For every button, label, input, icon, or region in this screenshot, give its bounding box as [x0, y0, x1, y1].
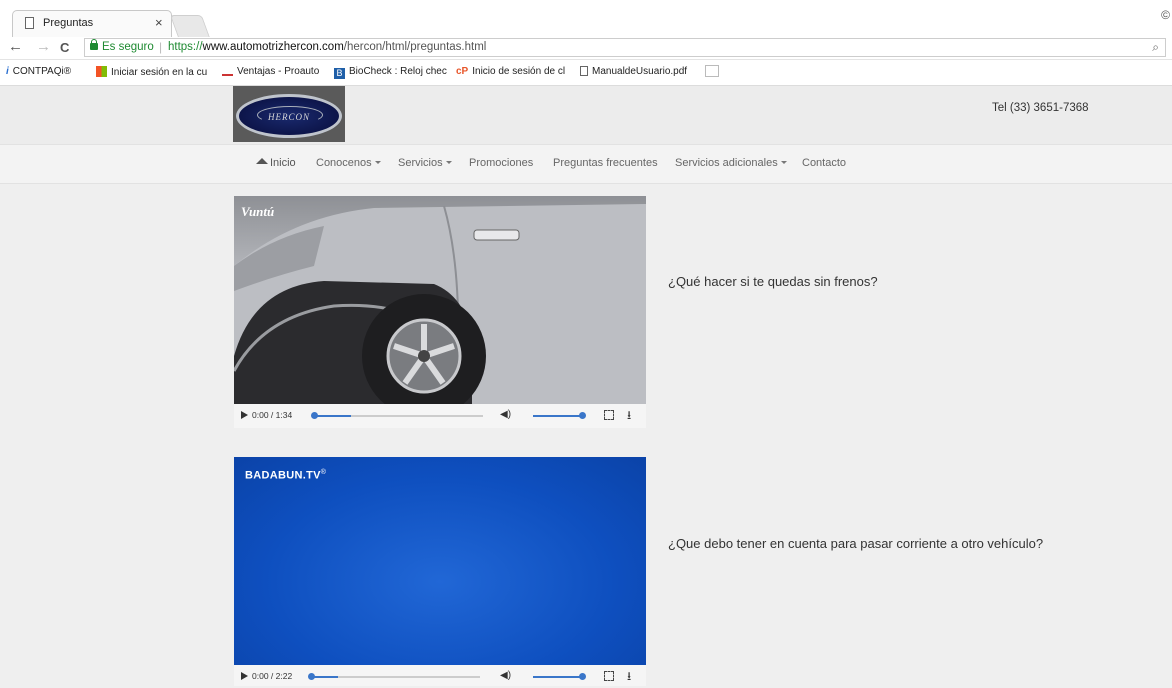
lock-icon: [90, 39, 98, 50]
video-player-2[interactable]: BADABUN.TV® 0:00 / 2:22 ◀) ⭳: [234, 457, 646, 686]
car-icon: [222, 69, 233, 76]
logo-emblem: HERCON: [236, 94, 342, 138]
question-1: ¿Qué hacer si te quedas sin frenos?: [668, 274, 878, 289]
forward-icon[interactable]: →: [36, 38, 51, 55]
bookmark-biocheck[interactable]: B BioCheck : Reloj chec: [334, 66, 447, 79]
bookmark-proauto[interactable]: Ventajas - Proauto: [222, 66, 319, 77]
browser-toolbar: ← → C Es seguro | https://www.automotriz…: [0, 37, 1172, 60]
back-icon[interactable]: ←: [8, 38, 23, 55]
volume-handle[interactable]: [579, 673, 586, 680]
seek-handle[interactable]: [311, 412, 318, 419]
nav-contacto[interactable]: Contacto: [802, 157, 846, 169]
seek-handle[interactable]: [308, 673, 315, 680]
nav-preguntas-frecuentes[interactable]: Preguntas frecuentes: [553, 157, 658, 169]
video-player-1[interactable]: Vuntú 0:00 / 1:34 ◀) ⭳: [234, 196, 646, 428]
hercon-logo[interactable]: HERCON: [233, 86, 345, 142]
caret-down-icon: [374, 161, 381, 164]
volume-icon[interactable]: ◀): [500, 670, 511, 681]
site-header: HERCON Tel (33) 3651-7368: [0, 86, 1172, 144]
seek-progress: [313, 415, 351, 417]
car-illustration: [234, 204, 646, 404]
secure-label: Es seguro: [102, 41, 154, 53]
biocheck-icon: B: [334, 68, 345, 79]
caret-down-icon: [780, 161, 787, 164]
nav-conocenos[interactable]: Conocenos: [316, 157, 381, 169]
bookmark-login[interactable]: cP Inicio de sesión de cl: [456, 66, 565, 77]
document-icon: [580, 66, 588, 76]
windows-icon: [96, 66, 107, 77]
video-time: 0:00 / 1:34: [252, 410, 293, 420]
browser-tab-strip: Preguntas × ©: [0, 0, 1172, 38]
download-icon[interactable]: ⭳: [627, 667, 631, 688]
seek-bar[interactable]: [308, 673, 480, 680]
profile-icon[interactable]: ©: [1161, 8, 1170, 22]
video-controls: 0:00 / 2:22 ◀) ⭳: [234, 665, 646, 686]
reload-icon[interactable]: C: [60, 40, 69, 55]
bookmark-microsoft[interactable]: Iniciar sesión en la cu: [96, 66, 207, 78]
nav-servicios[interactable]: Servicios: [398, 157, 452, 169]
question-2: ¿Que debo tener en cuenta para pasar cor…: [668, 536, 1044, 551]
fullscreen-icon[interactable]: [604, 671, 614, 681]
nav-promociones[interactable]: Promociones: [469, 157, 533, 169]
telephone: Tel (33) 3651-7368: [992, 102, 1089, 114]
nav-inicio[interactable]: Inicio: [256, 157, 296, 169]
video-time: 0:00 / 2:22: [252, 671, 293, 681]
bookmark-folder-icon[interactable]: [705, 65, 719, 77]
volume-slider[interactable]: [533, 415, 583, 417]
bookmark-contpaqi[interactable]: i CONTPAQi®: [6, 66, 71, 77]
page-icon: [25, 17, 34, 29]
logo-text: HERCON: [268, 112, 310, 122]
download-icon[interactable]: ⭳: [627, 406, 631, 427]
bookmarks-bar: i CONTPAQi® Iniciar sesión en la cu Venta…: [0, 60, 1172, 86]
caret-down-icon: [445, 161, 452, 164]
bookmark-manual[interactable]: ManualdeUsuario.pdf: [580, 66, 687, 77]
volume-slider[interactable]: [533, 676, 583, 678]
play-icon[interactable]: [241, 672, 248, 680]
separator: |: [159, 40, 163, 54]
tab-title: Preguntas: [43, 17, 94, 29]
fullscreen-icon[interactable]: [604, 410, 614, 420]
video-frame[interactable]: Vuntú: [234, 196, 646, 404]
volume-icon[interactable]: ◀): [500, 409, 511, 420]
seek-bar[interactable]: [311, 412, 483, 419]
tab-close-icon[interactable]: ×: [155, 15, 163, 30]
info-icon: i: [6, 66, 9, 77]
play-icon[interactable]: [241, 411, 248, 419]
zoom-icon[interactable]: ⌕: [1152, 40, 1159, 55]
video-watermark: BADABUN.TV®: [245, 469, 327, 482]
new-tab-button[interactable]: [169, 15, 211, 38]
home-icon: [256, 158, 268, 164]
video-controls: 0:00 / 1:34 ◀) ⭳: [234, 404, 646, 428]
video-watermark: Vuntú: [241, 204, 275, 219]
cp-icon: cP: [456, 66, 469, 77]
video-frame[interactable]: BADABUN.TV®: [234, 457, 646, 665]
nav-servicios-adicionales[interactable]: Servicios adicionales: [675, 157, 787, 169]
address-bar[interactable]: Es seguro | https://www.automotrizhercon…: [84, 38, 1166, 57]
url-text[interactable]: https://www.automotrizhercon.com/hercon/…: [168, 41, 486, 53]
volume-handle[interactable]: [579, 412, 586, 419]
site-navbar: Inicio Conocenos Servicios Promociones P…: [0, 144, 1172, 184]
browser-tab[interactable]: Preguntas ×: [12, 10, 172, 37]
